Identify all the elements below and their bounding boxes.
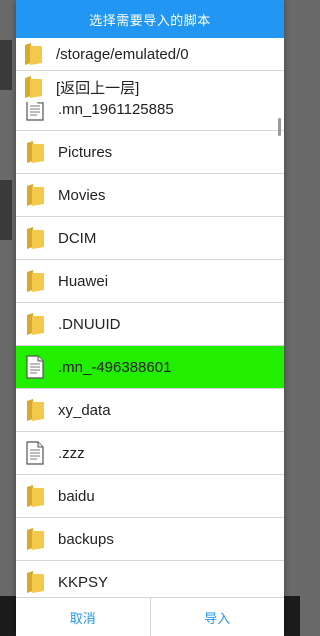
file-name: baidu bbox=[58, 487, 95, 505]
import-button[interactable]: 导入 bbox=[149, 598, 285, 636]
file-name: DCIM bbox=[58, 229, 97, 247]
folder-icon bbox=[24, 484, 46, 508]
scrollbar[interactable] bbox=[278, 118, 281, 136]
file-name: Pictures bbox=[58, 143, 113, 161]
file-name: Huawei bbox=[58, 272, 109, 290]
file-list-item[interactable]: DCIM bbox=[16, 217, 284, 260]
folder-icon bbox=[24, 140, 46, 164]
go-up-label: [返回上一层] bbox=[56, 79, 140, 97]
go-up-button[interactable]: [返回上一层] bbox=[16, 71, 284, 104]
file-list-item[interactable]: Pictures bbox=[16, 131, 284, 174]
cancel-button[interactable]: 取消 bbox=[16, 598, 150, 636]
file-list-item[interactable]: .zzz bbox=[16, 432, 284, 475]
file-list-item[interactable]: .mn_1961125885 bbox=[16, 102, 284, 131]
folder-icon bbox=[24, 398, 46, 422]
file-icon bbox=[24, 102, 46, 121]
folder-icon bbox=[24, 269, 46, 293]
dialog-title: 选择需要导入的脚本 bbox=[16, 0, 284, 38]
file-name: KKPSY bbox=[58, 573, 109, 591]
background-app bbox=[0, 40, 12, 90]
file-name: xy_data bbox=[58, 401, 111, 419]
file-list-item[interactable]: backups bbox=[16, 518, 284, 561]
folder-icon bbox=[24, 183, 46, 207]
dialog-footer: 取消 导入 bbox=[16, 597, 284, 636]
current-path: /storage/emulated/0 bbox=[56, 45, 189, 63]
folder-icon bbox=[24, 570, 46, 594]
current-path-row: /storage/emulated/0 bbox=[16, 38, 284, 71]
file-list-item[interactable]: baidu bbox=[16, 475, 284, 518]
folder-icon bbox=[24, 527, 46, 551]
file-name: Movies bbox=[58, 186, 106, 204]
file-list-item[interactable]: xy_data bbox=[16, 389, 284, 432]
folder-icon bbox=[22, 42, 44, 66]
file-name: .DNUUID bbox=[58, 315, 121, 333]
file-name: .zzz bbox=[58, 444, 85, 462]
file-list-item[interactable]: Huawei bbox=[16, 260, 284, 303]
file-list-item[interactable]: .mn_-496388601 bbox=[16, 346, 284, 389]
file-name: .mn_-496388601 bbox=[58, 358, 172, 376]
background-app bbox=[0, 180, 12, 240]
file-list[interactable]: .mn_1961125885 Pictures Movies DCIM Huawei .D… bbox=[16, 102, 284, 598]
file-list-item[interactable]: .DNUUID bbox=[16, 303, 284, 346]
folder-icon bbox=[24, 226, 46, 250]
file-name: .mn_1961125885 bbox=[58, 102, 174, 118]
folder-icon bbox=[22, 75, 44, 99]
file-name: backups bbox=[58, 530, 114, 548]
file-icon bbox=[24, 441, 46, 465]
file-icon bbox=[24, 355, 46, 379]
file-list-item[interactable]: Movies bbox=[16, 174, 284, 217]
folder-icon bbox=[24, 312, 46, 336]
file-list-item[interactable]: KKPSY bbox=[16, 561, 284, 598]
import-script-dialog: 选择需要导入的脚本 /storage/emulated/0 [返回上一层] .m… bbox=[16, 0, 284, 636]
